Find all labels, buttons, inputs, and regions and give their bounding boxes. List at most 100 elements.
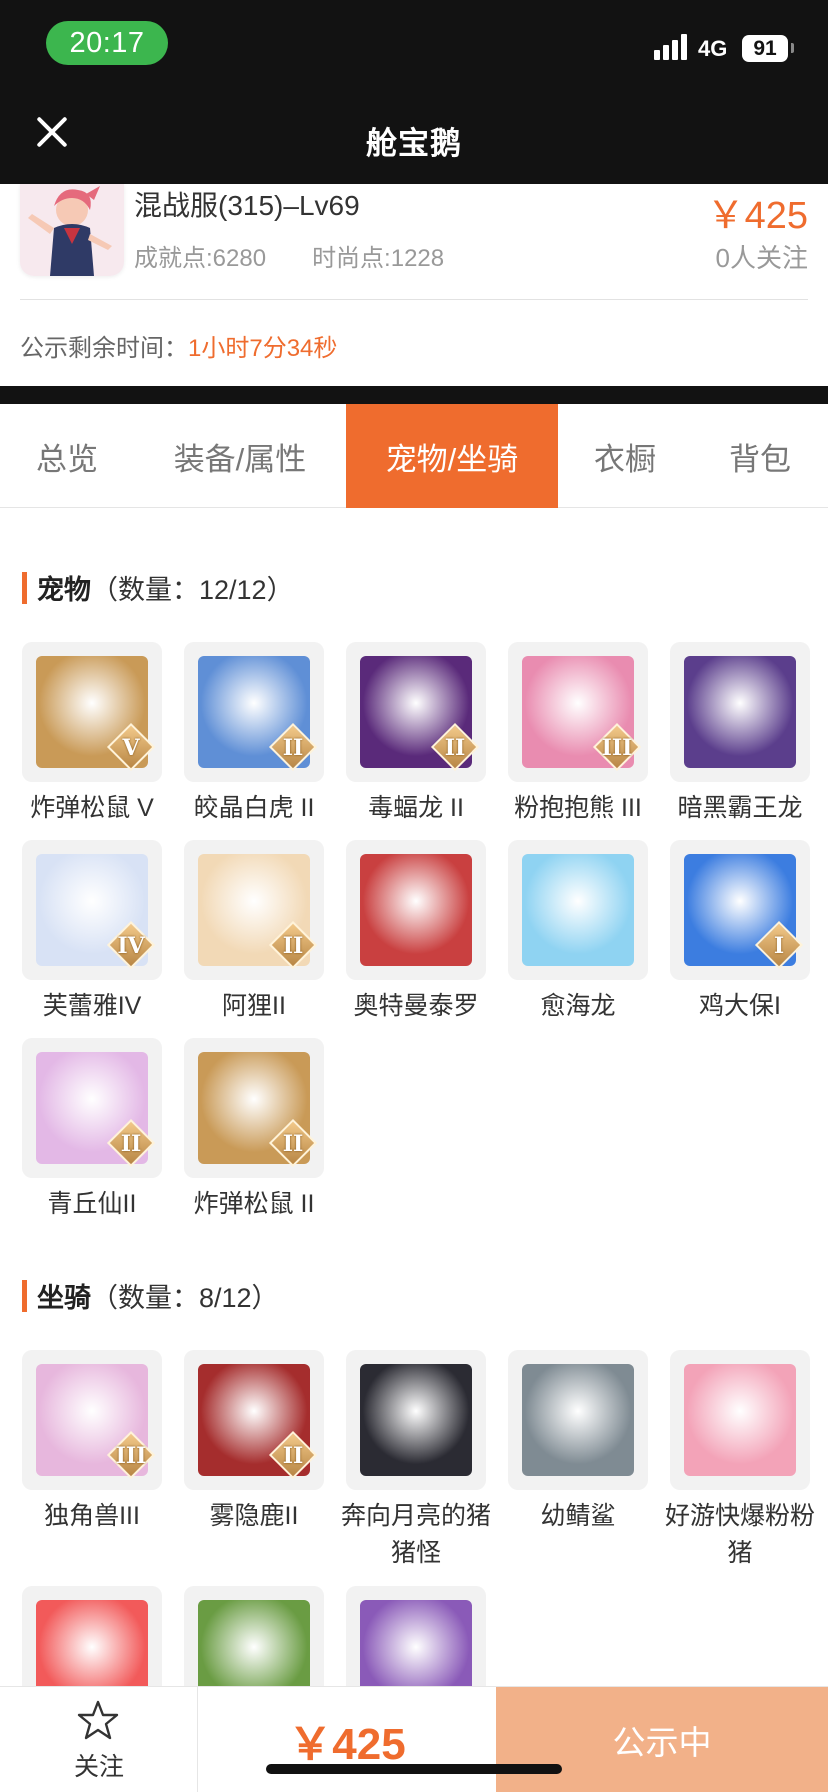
- mounts-item-name: 幼鲭鲨: [540, 1502, 616, 1530]
- pets-item-name: 愈海龙: [540, 992, 616, 1020]
- rank-badge-text: V: [122, 735, 140, 761]
- divider: [20, 299, 808, 300]
- mounts-title: 坐骑: [37, 1283, 91, 1313]
- mounts-thumbnail: III: [22, 1350, 162, 1490]
- remaining-time: 公示剩余时间：1小时7分34秒: [20, 328, 337, 363]
- pets-item-name: 炸弹松鼠 II: [193, 1190, 315, 1218]
- pets-item-name: 青丘仙II: [47, 1190, 137, 1218]
- follow-label: 关注: [73, 1753, 124, 1781]
- pets-item[interactable]: IV 芙蕾雅IV: [22, 840, 162, 1025]
- shark-icon: [522, 1364, 634, 1476]
- pets-thumbnail: II: [22, 1038, 162, 1178]
- pets-item[interactable]: II 阿狸II: [184, 840, 324, 1025]
- tab-pets-mounts[interactable]: 宠物/坐骑: [346, 404, 558, 508]
- pink-pig-icon: [684, 1364, 796, 1476]
- stats-line: 成就点:6280 时尚点:1228: [134, 238, 444, 273]
- pets-item-name: 皎晶白虎 II: [193, 794, 315, 822]
- rank-badge-text: IV: [117, 933, 145, 959]
- mounts-item[interactable]: II 雾隐鹿II: [184, 1350, 324, 1535]
- mounts-item[interactable]: 奔向月亮的猪猪怪: [341, 1350, 491, 1572]
- mounts-thumbnail: [670, 1350, 810, 1490]
- status-bar: 20:17 4G 91: [0, 0, 828, 88]
- follow-button[interactable]: 关注: [0, 1687, 198, 1792]
- public-status-button[interactable]: 公示中: [496, 1687, 828, 1792]
- section-marker: [22, 571, 27, 604]
- rank-badge-text: III: [115, 1443, 147, 1469]
- pets-item[interactable]: 愈海龙: [508, 840, 648, 1025]
- pets-item-name: 鸡大保I: [699, 992, 781, 1020]
- pets-item[interactable]: 奥特曼泰罗: [346, 840, 486, 1025]
- signal-icon: [654, 34, 688, 60]
- mounts-item-name: 雾隐鹿II: [209, 1502, 299, 1530]
- pets-item[interactable]: 暗黑霸王龙: [670, 642, 810, 827]
- tab-backpack[interactable]: 背包: [692, 404, 828, 508]
- tab-bar: 总览 装备/属性 宠物/坐骑 衣橱 背包: [0, 404, 828, 508]
- mounts-thumbnail: [346, 1350, 486, 1490]
- tab-equipment[interactable]: 装备/属性: [134, 404, 346, 508]
- product-price: ￥425: [706, 195, 808, 237]
- tab-overview[interactable]: 总览: [0, 404, 134, 508]
- mounts-item[interactable]: 好游快爆粉粉猪: [665, 1350, 815, 1572]
- follower-count: 0人关注: [715, 243, 808, 273]
- mounts-item-name: 好游快爆粉粉猪: [664, 1502, 815, 1567]
- fashion-points: 时尚点:1228: [312, 245, 445, 272]
- pets-thumbnail: [670, 642, 810, 782]
- pets-item[interactable]: II 青丘仙II: [22, 1038, 162, 1223]
- dark-trex-icon: [684, 656, 796, 768]
- rank-badge-text: II: [444, 735, 466, 761]
- remaining-time-label: 公示剩余时间：: [20, 335, 188, 362]
- mounts-item[interactable]: 幼鲭鲨: [508, 1350, 648, 1535]
- pets-thumbnail: [508, 840, 648, 980]
- pets-item-name: 奥特曼泰罗: [353, 992, 479, 1020]
- achievement-points: 成就点:6280: [134, 245, 267, 272]
- rank-badge-text: II: [120, 1131, 142, 1157]
- product-header: 混战服(315)–Lv69 成就点:6280 时尚点:1228 ￥425 0人关注…: [0, 184, 828, 386]
- mounts-thumbnail: [508, 1350, 648, 1490]
- section-separator: [0, 386, 828, 404]
- moon-pig-icon: [360, 1364, 472, 1476]
- section-marker: [22, 1279, 27, 1312]
- pets-title: 宠物: [37, 575, 91, 605]
- pets-item-name: 毒蝠龙 II: [368, 794, 464, 822]
- bottom-bar: 关注 ￥425 公示中: [0, 1686, 828, 1792]
- battery-icon: 91: [742, 35, 788, 62]
- pets-item-name: 炸弹松鼠 V: [30, 794, 154, 822]
- pets-item[interactable]: II 皎晶白虎 II: [184, 642, 324, 827]
- status-time: 20:17: [46, 21, 168, 65]
- pets-thumbnail: II: [346, 642, 486, 782]
- rank-badge-text: II: [282, 735, 304, 761]
- mounts-item-name: 奔向月亮的猪猪怪: [340, 1502, 491, 1567]
- mounts-item-name: 独角兽III: [44, 1502, 140, 1530]
- rank-badge-text: III: [601, 735, 633, 761]
- pets-item[interactable]: II 毒蝠龙 II: [346, 642, 486, 827]
- pets-item[interactable]: II 炸弹松鼠 II: [184, 1038, 324, 1223]
- rank-badge-text: I: [773, 933, 785, 959]
- tab-wardrobe[interactable]: 衣橱: [558, 404, 692, 508]
- character-avatar: [20, 184, 124, 276]
- nav-bar: 舱宝鹅: [0, 88, 828, 184]
- pets-thumbnail: IV: [22, 840, 162, 980]
- server-level: 混战服(315)–Lv69: [134, 190, 360, 221]
- pets-count: （数量：12/12）: [91, 575, 294, 605]
- bottom-price: ￥425: [288, 1720, 406, 1769]
- remaining-time-value: 1小时7分34秒: [188, 335, 338, 362]
- rank-badge-text: II: [282, 1131, 304, 1157]
- star-icon: [77, 1700, 119, 1740]
- pets-thumbnail: III: [508, 642, 648, 782]
- mounts-section-title: 坐骑 （数量：8/12）: [22, 1276, 279, 1315]
- mounts-item[interactable]: III 独角兽III: [22, 1350, 162, 1535]
- pets-item[interactable]: I 鸡大保I: [670, 840, 810, 1025]
- home-indicator: [266, 1764, 562, 1774]
- pets-thumbnail: II: [184, 840, 324, 980]
- rank-badge-text: II: [282, 933, 304, 959]
- pets-item-name: 暗黑霸王龙: [677, 794, 803, 822]
- pets-thumbnail: I: [670, 840, 810, 980]
- pets-item-name: 芙蕾雅IV: [42, 992, 142, 1020]
- pets-thumbnail: II: [184, 1038, 324, 1178]
- sea-dragon-icon: [522, 854, 634, 966]
- pets-item[interactable]: III 粉抱抱熊 III: [508, 642, 648, 827]
- battery-tip: [791, 43, 794, 53]
- page-title: 舱宝鹅: [366, 126, 462, 161]
- network-type: 4G: [698, 36, 728, 61]
- pets-item[interactable]: V 炸弹松鼠 V: [22, 642, 162, 827]
